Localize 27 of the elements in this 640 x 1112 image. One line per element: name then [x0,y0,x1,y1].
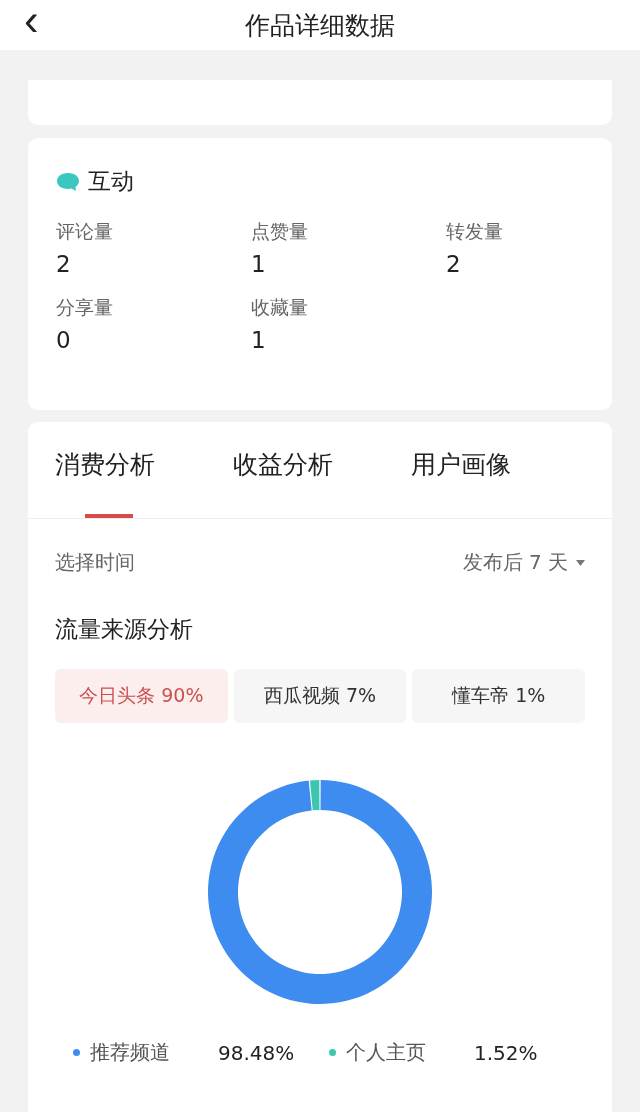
chat-bubble-icon [56,171,80,192]
tab[interactable]: 收益分析 [233,422,384,518]
metric-value: 2 [56,251,72,277]
metric-label: 收藏量 [251,295,309,320]
caret-icon [576,559,585,566]
legend-label: 推荐频道 [90,1039,171,1066]
source-chip[interactable]: 西瓜视频 7% [233,669,407,723]
section-title: 互动 [88,167,134,196]
page-title: 作品详细数据 [245,9,395,42]
tab[interactable]: 用户画像 [411,422,562,518]
legend-value: 1.52% [474,1040,538,1065]
back-button[interactable]: ‹ [18,0,45,40]
legend-value: 98.48% [218,1040,295,1065]
metric-value: 1 [251,327,267,353]
metric-label: 转发量 [446,219,504,244]
metric-value: 1 [251,251,267,277]
metric-value: 0 [56,327,72,353]
source-chip[interactable]: 今日头条 90% [55,669,228,723]
section-title: 流量来源分析 [55,615,194,644]
metric-label: 分享量 [56,295,114,320]
source-chip[interactable]: 懂车帝 1% [412,669,585,723]
legend-label: 个人主页 [346,1039,427,1066]
metric-value: 2 [446,251,462,277]
metric-label: 评论量 [56,219,114,244]
time-dropdown[interactable]: 发布后 7 天 [462,549,585,576]
metric-label: 点赞量 [251,219,309,244]
time-label: 选择时间 [55,549,135,576]
